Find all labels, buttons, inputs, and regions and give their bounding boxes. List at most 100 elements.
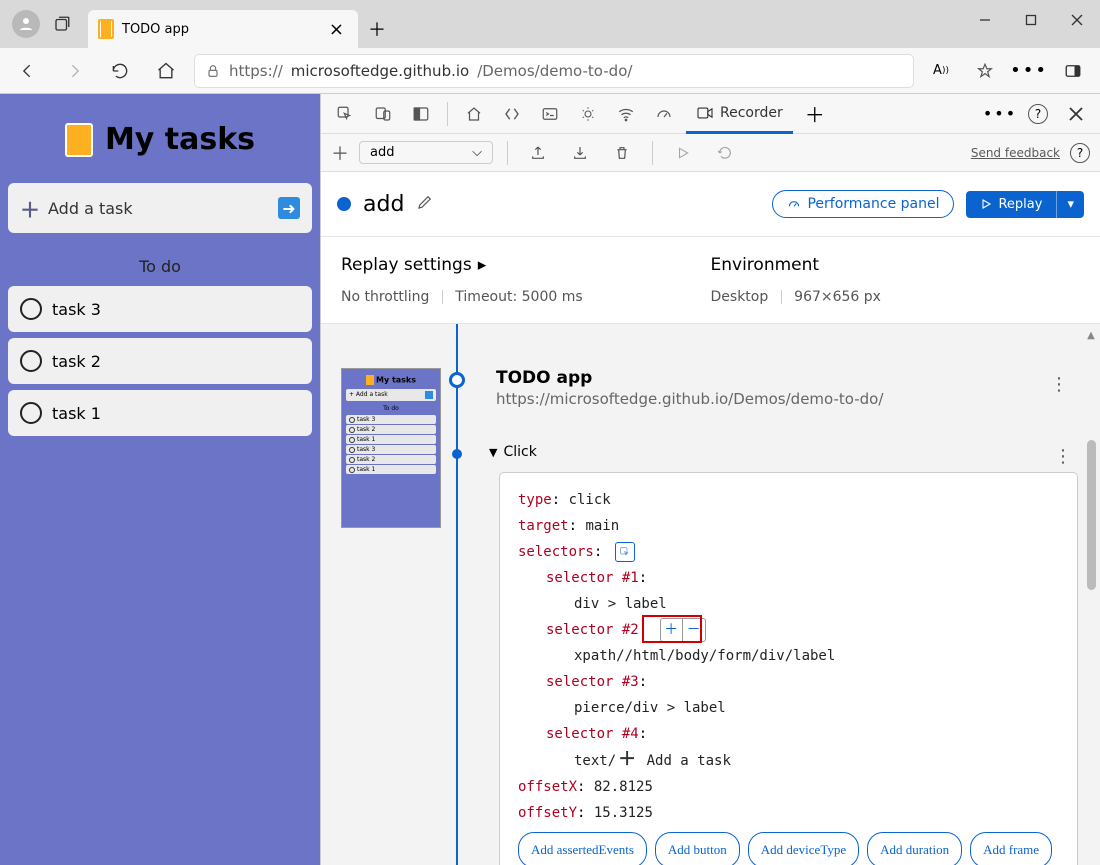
prop-key: selectors	[518, 544, 594, 560]
sidebar-toggle-icon[interactable]	[1056, 54, 1090, 88]
prop-value[interactable]: text/	[574, 753, 616, 769]
elements-tab-icon[interactable]	[496, 98, 528, 130]
play-icon	[980, 198, 992, 210]
recorder-icon	[696, 106, 714, 120]
recording-select[interactable]: add ⌵	[359, 141, 493, 164]
import-icon[interactable]	[522, 137, 554, 169]
add-selector-icon[interactable]: ＋	[661, 619, 683, 641]
forward-button[interactable]	[56, 53, 92, 89]
add-property-chip[interactable]: Add button	[655, 832, 740, 865]
replay-button[interactable]: Replay ▾	[966, 191, 1084, 218]
performance-tab-icon[interactable]	[648, 98, 680, 130]
scroll-thumb[interactable]	[1087, 440, 1096, 590]
step-menu-icon[interactable]: ⋮	[1050, 374, 1068, 395]
close-devtools-icon[interactable]	[1060, 98, 1092, 130]
prop-value[interactable]: div > label	[574, 596, 667, 612]
plus-icon: ＋	[20, 194, 40, 223]
caret-right-icon: ▸	[478, 255, 487, 275]
task-item[interactable]: task 1	[8, 390, 312, 436]
checkbox-icon[interactable]	[20, 350, 42, 372]
url-input[interactable]: https://microsoftedge.github.io/Demos/de…	[194, 54, 914, 88]
edit-name-icon[interactable]	[416, 193, 434, 215]
prop-value[interactable]: 15.3125	[594, 805, 653, 821]
checkbox-icon[interactable]	[20, 402, 42, 424]
prop-value[interactable]: click	[569, 492, 611, 508]
prop-value[interactable]: main	[585, 518, 619, 534]
prop-value[interactable]: Add a task	[647, 753, 731, 769]
replay-dropdown-icon[interactable]: ▾	[1057, 191, 1084, 218]
selector-picker-icon[interactable]	[615, 542, 635, 562]
timeout-value: Timeout: 5000 ms	[455, 289, 582, 305]
prop-value[interactable]: 82.8125	[594, 779, 653, 795]
new-recording-icon[interactable]: ＋	[331, 140, 349, 166]
home-button[interactable]	[148, 53, 184, 89]
add-task-input[interactable]: ＋ Add a task ➜	[8, 183, 312, 233]
tab-favicon-icon	[98, 19, 114, 39]
replay-settings-label: Replay settings	[341, 255, 472, 275]
delete-icon[interactable]	[606, 137, 638, 169]
step-menu-icon[interactable]: ⋮	[1054, 446, 1072, 467]
tab-close-icon[interactable]: ×	[325, 17, 348, 42]
todo-app: My tasks ＋ Add a task ➜ To do task 3 tas…	[0, 94, 320, 865]
export-icon[interactable]	[564, 137, 596, 169]
nav-step-url: https://microsoftedge.github.io/Demos/de…	[496, 390, 1070, 408]
add-property-chip[interactable]: Add assertedEvents	[518, 832, 647, 865]
recorder-tab[interactable]: Recorder	[686, 96, 793, 134]
more-tabs-icon[interactable]: ＋	[799, 98, 831, 130]
add-property-row: Add assertedEvents Add button Add device…	[518, 826, 1059, 865]
timeline-node[interactable]	[449, 372, 465, 388]
devtools-menu-icon[interactable]: •••	[984, 98, 1016, 130]
help-icon[interactable]: ?	[1022, 98, 1054, 130]
add-task-placeholder: Add a task	[48, 199, 133, 218]
add-property-chip[interactable]: Add frame	[970, 832, 1052, 865]
read-aloud-icon[interactable]: A))	[924, 54, 958, 88]
timeline-line	[456, 324, 458, 865]
task-item[interactable]: task 2	[8, 338, 312, 384]
performance-panel-button[interactable]: Performance panel	[772, 190, 954, 218]
new-tab-button[interactable]: ＋	[358, 10, 396, 48]
task-item[interactable]: task 3	[8, 286, 312, 332]
settings-row: Replay settings ▸ No throttling Timeout:…	[321, 237, 1100, 324]
profile-icon[interactable]	[12, 10, 40, 38]
navigation-step[interactable]: TODO app https://microsoftedge.github.io…	[496, 368, 1070, 408]
prop-key: selector #1	[546, 570, 639, 586]
network-tab-icon[interactable]	[610, 98, 642, 130]
page-thumbnail: My tasks + Add a task To do task 3 task …	[341, 368, 441, 528]
add-property-chip[interactable]: Add deviceType	[748, 832, 859, 865]
replay-settings-toggle[interactable]: Replay settings ▸	[341, 255, 711, 275]
timeline-node-active[interactable]	[452, 449, 462, 459]
toolbar-help-icon[interactable]: ?	[1070, 143, 1090, 163]
address-bar: https://microsoftedge.github.io/Demos/de…	[0, 48, 1100, 94]
maximize-button[interactable]	[1008, 0, 1054, 40]
close-window-button[interactable]	[1054, 0, 1100, 40]
back-button[interactable]	[10, 53, 46, 89]
device-toggle-icon[interactable]	[367, 98, 399, 130]
console-tab-icon[interactable]	[534, 98, 566, 130]
remove-selector-icon[interactable]: －	[683, 619, 705, 641]
add-property-chip[interactable]: Add duration	[867, 832, 962, 865]
sources-tab-icon[interactable]	[572, 98, 604, 130]
scrollbar[interactable]: ▲	[1084, 328, 1098, 861]
inspect-icon[interactable]	[329, 98, 361, 130]
prop-value[interactable]: pierce/div > label	[574, 700, 726, 716]
browser-tab[interactable]: TODO app ×	[88, 10, 358, 48]
step-icon[interactable]	[709, 137, 741, 169]
send-feedback-link[interactable]: Send feedback	[971, 146, 1060, 160]
welcome-tab-icon[interactable]	[458, 98, 490, 130]
app-header: My tasks	[8, 102, 312, 183]
env-device: Desktop	[711, 289, 769, 305]
click-step-toggle[interactable]: ▼ Click ⋮	[481, 438, 1082, 466]
dock-icon[interactable]	[405, 98, 437, 130]
play-icon[interactable]	[667, 137, 699, 169]
favorite-icon[interactable]	[968, 54, 1002, 88]
prop-key: type	[518, 492, 552, 508]
tab-actions-icon[interactable]	[48, 10, 76, 38]
submit-icon[interactable]: ➜	[278, 197, 300, 219]
checkbox-icon[interactable]	[20, 298, 42, 320]
prop-value[interactable]: xpath//html/body/form/div/label	[574, 648, 835, 664]
minimize-button[interactable]	[962, 0, 1008, 40]
settings-menu-icon[interactable]: •••	[1012, 54, 1046, 88]
clipboard-icon	[65, 123, 93, 157]
scroll-up-icon[interactable]: ▲	[1084, 328, 1098, 342]
reload-button[interactable]	[102, 53, 138, 89]
